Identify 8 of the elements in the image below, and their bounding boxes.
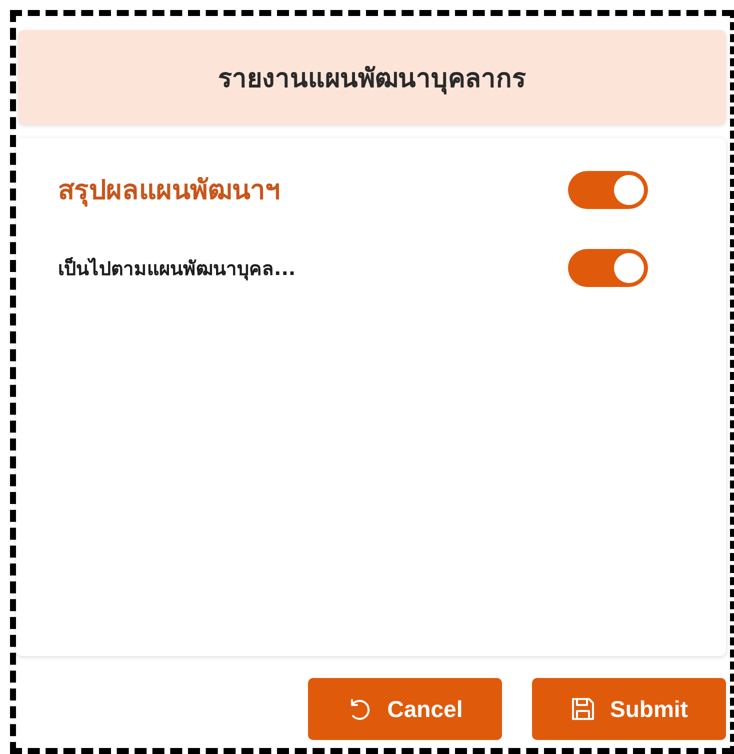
toggle-switch[interactable]	[568, 170, 648, 208]
cancel-button[interactable]: Cancel	[308, 678, 502, 740]
section-label: สรุปผลแผนพัฒนาฯ	[58, 174, 280, 209]
option-label: เป็นไปตามแผนพัฒนาบุคล...	[58, 256, 296, 282]
submit-button[interactable]: Submit	[532, 678, 726, 740]
toggle-switch[interactable]	[568, 249, 648, 287]
save-icon	[570, 696, 596, 722]
dialog-title: รายงานแผนพัฒนาบุคลากร	[218, 62, 526, 96]
